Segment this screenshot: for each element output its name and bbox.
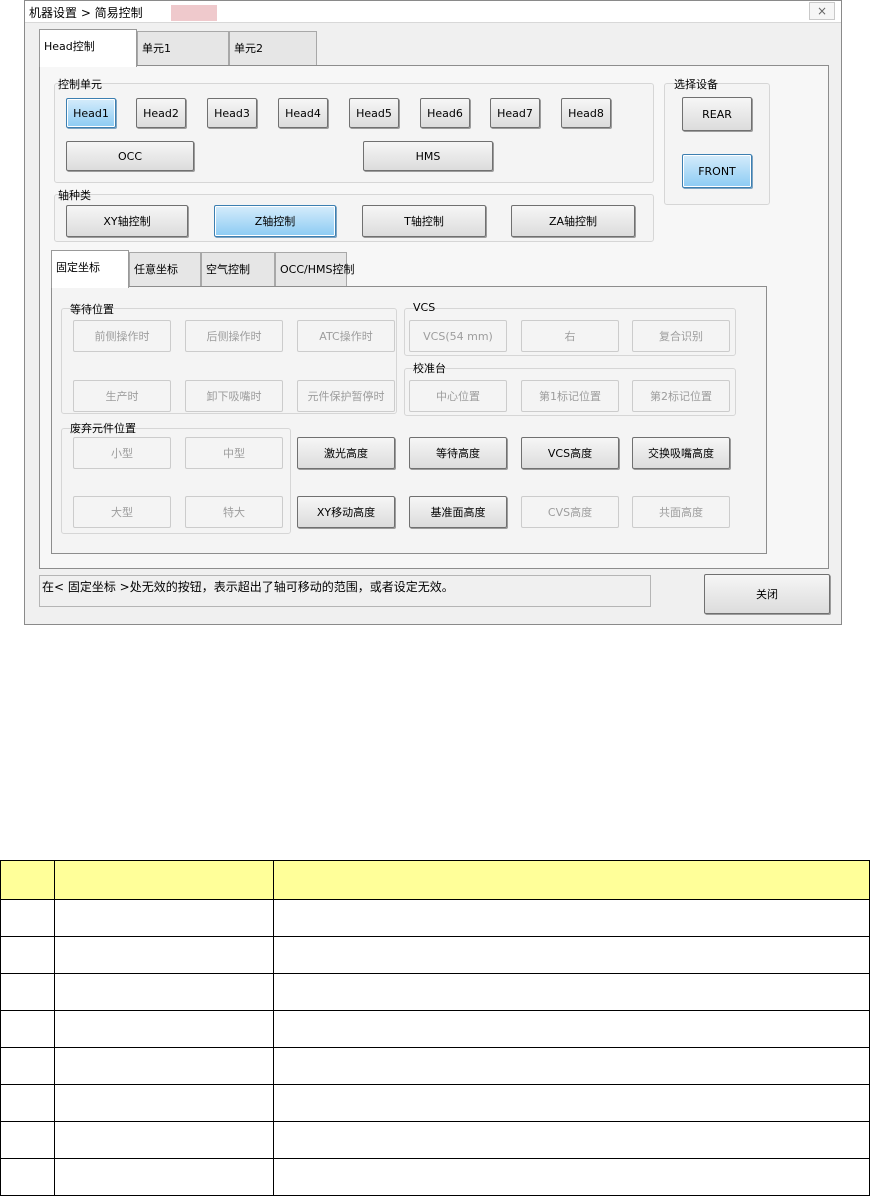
head1-button[interactable]: Head1 <box>66 98 116 128</box>
production-button[interactable]: 生产时 <box>73 380 171 412</box>
right-button[interactable]: 右 <box>521 320 619 352</box>
laser-height-button[interactable]: 激光高度 <box>297 437 395 469</box>
table-row <box>0 1084 870 1122</box>
table-row <box>0 1047 870 1085</box>
head5-button[interactable]: Head5 <box>349 98 399 128</box>
window-title: 机器设置 > 简易控制 <box>29 6 143 20</box>
composite-recognition-button[interactable]: 复合识别 <box>632 320 730 352</box>
head-control-panel: 控制单元 Head1 Head2 Head3 Head4 Head5 Head6… <box>39 65 829 569</box>
mark1-position-button[interactable]: 第1标记位置 <box>521 380 619 412</box>
tab-occ-hms-control[interactable]: OCC/HMS控制 <box>275 252 354 286</box>
simple-control-window: 机器设置 > 简易控制 × Head控制 单元1 单元2 控制单元 Head1 … <box>24 0 842 625</box>
atc-operation-button[interactable]: ATC操作时 <box>297 320 395 352</box>
discard-medium-button[interactable]: 中型 <box>185 437 283 469</box>
unload-nozzle-button[interactable]: 卸下吸嘴时 <box>185 380 283 412</box>
tab-fixed-coordinates[interactable]: 固定坐标 <box>51 250 129 288</box>
legend-table <box>0 860 870 1196</box>
discard-large-button[interactable]: 大型 <box>73 496 171 528</box>
exchange-nozzle-height-button[interactable]: 交换吸嘴高度 <box>632 437 730 469</box>
window-close-icon[interactable]: × <box>809 2 835 20</box>
occ-button[interactable]: OCC <box>66 141 194 171</box>
rear-button[interactable]: REAR <box>682 97 752 131</box>
front-operation-button[interactable]: 前侧操作时 <box>73 320 171 352</box>
head6-button[interactable]: Head6 <box>420 98 470 128</box>
title-bar-decoration <box>171 5 217 21</box>
select-device-label: 选择设备 <box>674 78 718 91</box>
front-button[interactable]: FRONT <box>682 154 752 188</box>
xy-axis-control-button[interactable]: XY轴控制 <box>66 205 188 237</box>
center-position-button[interactable]: 中心位置 <box>409 380 507 412</box>
cvs-height-button[interactable]: CVS高度 <box>521 496 619 528</box>
rear-operation-button[interactable]: 后侧操作时 <box>185 320 283 352</box>
table-row <box>0 1158 870 1196</box>
component-protect-pause-button[interactable]: 元件保护暂停时 <box>297 380 395 412</box>
axis-type-label: 轴种类 <box>58 189 91 202</box>
tab-unit-2[interactable]: 单元2 <box>229 31 317 65</box>
calibration-label: 校准台 <box>413 362 446 375</box>
hms-button[interactable]: HMS <box>363 141 493 171</box>
table-row <box>0 973 870 1011</box>
z-axis-control-button[interactable]: Z轴控制 <box>214 205 336 237</box>
table-row <box>0 899 870 937</box>
coplanar-height-button[interactable]: 共面高度 <box>632 496 730 528</box>
status-message: 在< 固定坐标 >处无效的按钮，表示超出了轴可移动的范围，或者设定无效。 <box>39 575 651 607</box>
head4-button[interactable]: Head4 <box>278 98 328 128</box>
head2-button[interactable]: Head2 <box>136 98 186 128</box>
reference-plane-height-button[interactable]: 基准面高度 <box>409 496 507 528</box>
close-button[interactable]: 关闭 <box>704 574 830 614</box>
table-header-row <box>0 860 870 900</box>
tab-air-control[interactable]: 空气控制 <box>201 252 275 286</box>
vcs-54mm-button[interactable]: VCS(54 mm) <box>409 320 507 352</box>
tab-head-control[interactable]: Head控制 <box>39 29 137 67</box>
fixed-coordinates-panel: 等待位置 前侧操作时 后侧操作时 ATC操作时 生产时 卸下吸嘴时 元件保护暂停… <box>51 286 767 554</box>
vcs-label: VCS <box>413 301 436 314</box>
t-axis-control-button[interactable]: T轴控制 <box>362 205 486 237</box>
xy-move-height-button[interactable]: XY移动高度 <box>297 496 395 528</box>
control-unit-label: 控制单元 <box>58 78 102 91</box>
vcs-height-button[interactable]: VCS高度 <box>521 437 619 469</box>
wait-height-button[interactable]: 等待高度 <box>409 437 507 469</box>
discard-position-label: 废弃元件位置 <box>70 422 136 435</box>
za-axis-control-button[interactable]: ZA轴控制 <box>511 205 635 237</box>
tab-arbitrary-coordinates[interactable]: 任意坐标 <box>129 252 201 286</box>
wait-position-label: 等待位置 <box>70 303 114 316</box>
head8-button[interactable]: Head8 <box>561 98 611 128</box>
table-row <box>0 1121 870 1159</box>
title-bar: 机器设置 > 简易控制 × <box>25 1 841 23</box>
mark2-position-button[interactable]: 第2标记位置 <box>632 380 730 412</box>
table-row <box>0 1010 870 1048</box>
tab-unit-1[interactable]: 单元1 <box>137 31 229 65</box>
head3-button[interactable]: Head3 <box>207 98 257 128</box>
table-row <box>0 936 870 974</box>
discard-small-button[interactable]: 小型 <box>73 437 171 469</box>
head7-button[interactable]: Head7 <box>490 98 540 128</box>
discard-extra-large-button[interactable]: 特大 <box>185 496 283 528</box>
